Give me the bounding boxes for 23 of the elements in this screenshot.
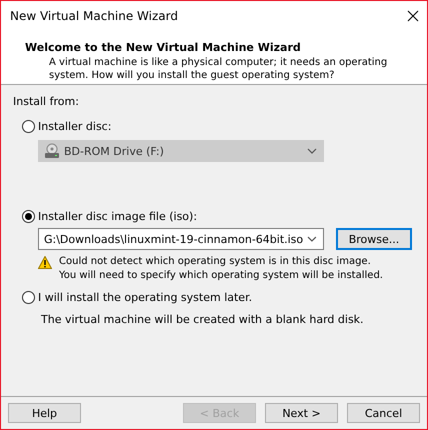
radio-label[interactable]: I will install the operating system later.	[38, 291, 252, 304]
warning-icon	[38, 256, 52, 269]
radio-button[interactable]	[22, 291, 35, 304]
dialog-button[interactable]: Help	[8, 403, 81, 423]
radio-label[interactable]: Installer disc image file (iso):	[38, 210, 198, 223]
radio-button[interactable]	[22, 210, 35, 223]
header-description: A virtual machine is like a physical computer; it needs an operating system. How will you install the guest operating system?	[48, 56, 388, 82]
warning-text: You will need to specify which operating system will be installed.	[59, 269, 383, 283]
window-title: New Virtual Machine Wizard	[10, 9, 178, 23]
radio-button[interactable]	[22, 120, 35, 133]
browse-button[interactable]: Browse...	[336, 228, 412, 250]
iso-path-field[interactable]: G:\Downloads\linuxmint-19-cinnamon-64bit.iso	[38, 228, 324, 250]
caret-icon	[307, 148, 317, 154]
disc-drive-icon	[44, 143, 60, 159]
option-note: The virtual machine will be created with a blank hard disk.	[41, 313, 365, 326]
radio-label[interactable]: Installer disc:	[38, 120, 112, 133]
dialog-button[interactable]: Cancel	[347, 403, 420, 423]
dialog-button[interactable]: Next >	[265, 403, 338, 423]
section-label: Install from:	[13, 95, 80, 108]
header-title: Welcome to the New Virtual Machine Wizard	[25, 41, 302, 54]
caret-icon	[307, 236, 317, 242]
close-icon[interactable]	[407, 10, 419, 22]
warning-text: Could not detect which operating system is in this disc image.	[59, 255, 372, 269]
